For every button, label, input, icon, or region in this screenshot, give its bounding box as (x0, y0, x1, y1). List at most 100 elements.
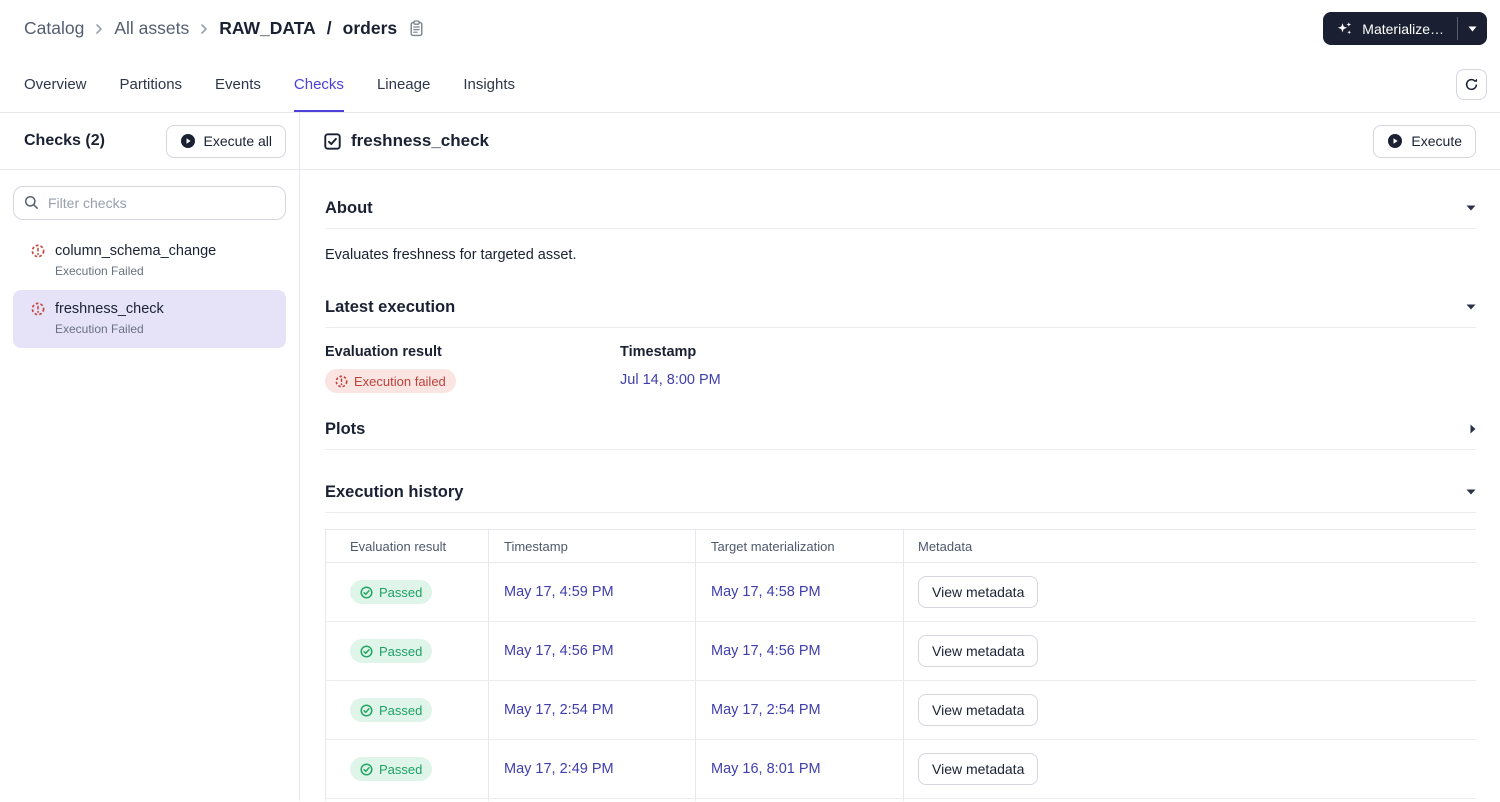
refresh-icon (1465, 78, 1478, 91)
check-status: Execution Failed (55, 264, 144, 278)
breadcrumb-all-assets[interactable]: All assets (114, 18, 189, 39)
tab[interactable]: Partitions (120, 57, 183, 112)
caret-down-icon[interactable] (1466, 205, 1476, 211)
table-row: Passed May 17, 2:54 PM May 17, 2:54 PM V… (325, 681, 1476, 740)
execute-all-button[interactable]: Execute all (165, 124, 286, 158)
about-description: Evaluates freshness for targeted asset. (325, 247, 577, 263)
execution-failed-icon (31, 244, 45, 280)
divider (325, 228, 1476, 229)
tab[interactable]: Events (215, 57, 261, 112)
check-detail-header: freshness_check Execute (300, 113, 1500, 170)
passed-badge: Passed (350, 698, 433, 722)
evaluation-result-cell: Passed (325, 681, 488, 739)
target-materialization-cell: May 17, 4:58 PM (695, 563, 903, 621)
timestamp-label: Timestamp (620, 344, 697, 360)
timestamp-link[interactable]: May 17, 4:56 PM (504, 643, 614, 659)
checks-count-title: Checks (2) (24, 132, 105, 149)
timestamp-link[interactable]: May 17, 2:54 PM (504, 702, 614, 718)
target-materialization-cell (695, 799, 903, 801)
latest-timestamp-link[interactable]: Jul 14, 8:00 PM (620, 372, 721, 388)
passed-badge: Passed (350, 639, 433, 663)
timestamp-link[interactable]: May 17, 4:59 PM (504, 584, 614, 600)
passed-badge: Passed (350, 757, 433, 781)
table-row: Passed May 17, 4:59 PM May 17, 4:58 PM V… (325, 563, 1476, 622)
refresh-button[interactable] (1456, 69, 1487, 100)
play-circle-icon (1387, 133, 1403, 149)
plots-section-header[interactable]: Plots (325, 417, 1476, 441)
target-materialization-link[interactable]: May 16, 8:01 PM (711, 761, 821, 777)
view-metadata-button[interactable]: View metadata (918, 753, 1039, 785)
check-detail-pane: freshness_check Execute About Evaluates … (300, 113, 1500, 801)
table-row-partial (325, 799, 1476, 801)
view-metadata-button[interactable]: View metadata (918, 576, 1039, 608)
asset-tabs: Overview Partitions Events Checks Lineag… (0, 57, 1500, 113)
metadata-cell: View metadata (903, 622, 1476, 680)
play-circle-icon (180, 133, 196, 149)
evaluation-result-cell: Passed (325, 740, 488, 798)
tab-label: Checks (293, 76, 344, 93)
check-circle-icon (360, 585, 373, 599)
breadcrumb-asset-group[interactable]: RAW_DATA (219, 18, 316, 39)
timestamp-cell: May 17, 2:49 PM (488, 740, 695, 798)
filter-checks-input[interactable] (13, 186, 286, 220)
breadcrumb-slash: / (326, 18, 332, 38)
evaluation-result-label: Evaluation result (325, 344, 442, 360)
plots-heading: Plots (325, 419, 366, 438)
about-section-header[interactable]: About (325, 196, 1476, 220)
top-bar: Catalog All assets RAW_DATA / orders Mat… (0, 0, 1500, 57)
divider (325, 512, 1476, 513)
execution-failed-badge: Execution failed (325, 369, 456, 393)
column-header: Evaluation result (325, 530, 488, 562)
timestamp-cell (488, 799, 695, 801)
execution-history-heading: Execution history (325, 482, 464, 501)
sparkle-icon (1336, 21, 1354, 37)
materialize-dropdown-button[interactable] (1458, 12, 1487, 45)
execute-all-label: Execute all (203, 133, 272, 149)
check-item-text: column_schema_change Execution Failed (55, 241, 216, 280)
latest-execution-heading: Latest execution (325, 297, 456, 316)
check-list: column_schema_change Execution Failed fr… (0, 232, 299, 348)
passed-badge-label: Passed (379, 761, 423, 777)
tab[interactable]: Overview (24, 57, 87, 112)
materialize-split-button: Materialize… (1323, 12, 1487, 45)
tab[interactable]: Insights (463, 57, 515, 112)
copy-clipboard-icon[interactable] (409, 20, 424, 37)
passed-badge: Passed (350, 580, 433, 604)
sidebar-header: Checks (2) Execute all (0, 113, 299, 170)
check-title-row: freshness_check (324, 131, 489, 151)
timestamp-link[interactable]: May 17, 2:49 PM (504, 761, 614, 777)
tab[interactable]: Checks (293, 57, 344, 112)
table-row: Passed May 17, 4:56 PM May 17, 4:56 PM V… (325, 622, 1476, 681)
tab[interactable]: Lineage (377, 57, 430, 112)
caret-down-icon (1468, 26, 1477, 31)
breadcrumb-catalog[interactable]: Catalog (24, 18, 84, 39)
table-row: Passed May 17, 2:49 PM May 16, 8:01 PM V… (325, 740, 1476, 799)
execution-history-section-header[interactable]: Execution history (325, 480, 1476, 504)
caret-down-icon[interactable] (1466, 489, 1476, 495)
materialize-button[interactable]: Materialize… (1323, 12, 1457, 45)
latest-execution-section-header[interactable]: Latest execution (325, 295, 1476, 319)
caret-down-icon[interactable] (1466, 304, 1476, 310)
view-metadata-button[interactable]: View metadata (918, 694, 1039, 726)
target-materialization-link[interactable]: May 17, 2:54 PM (711, 702, 821, 718)
passed-badge-label: Passed (379, 643, 423, 659)
check-list-item[interactable]: freshness_check Execution Failed (13, 290, 286, 348)
checks-layout: Checks (2) Execute all co (0, 113, 1500, 801)
target-materialization-link[interactable]: May 17, 4:58 PM (711, 584, 821, 600)
metadata-cell (903, 799, 1476, 801)
check-list-item[interactable]: column_schema_change Execution Failed (13, 232, 286, 290)
view-metadata-button[interactable]: View metadata (918, 635, 1039, 667)
check-name: column_schema_change (55, 243, 217, 259)
tab-label: Overview (24, 76, 87, 93)
metadata-cell: View metadata (903, 681, 1476, 739)
execution-history-table: Evaluation result Timestamp Target mater… (325, 529, 1476, 801)
latest-execution-body: Evaluation result Execution failed Times… (325, 344, 1476, 393)
check-item-text: freshness_check Execution Failed (55, 299, 164, 338)
target-materialization-link[interactable]: May 17, 4:56 PM (711, 643, 821, 659)
evaluation-result-cell (325, 799, 488, 801)
caret-right-icon[interactable] (1470, 424, 1476, 434)
execute-button[interactable]: Execute (1373, 124, 1476, 158)
target-materialization-cell: May 17, 4:56 PM (695, 622, 903, 680)
chevron-right-icon (94, 23, 104, 35)
tab-label: Insights (463, 76, 516, 93)
